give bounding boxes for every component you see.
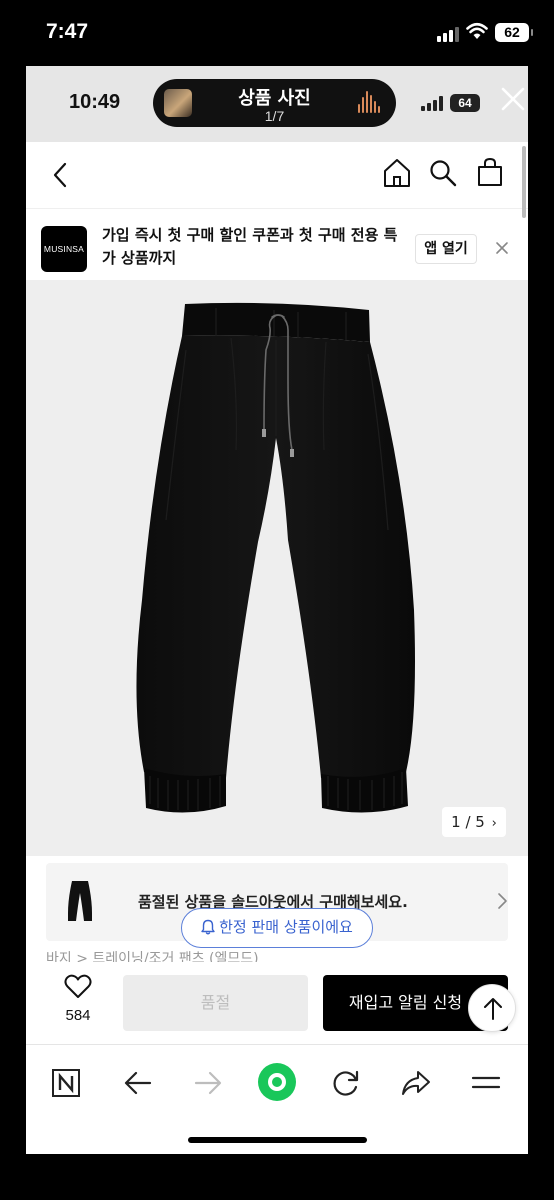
chevron-right-icon: [498, 893, 507, 909]
browser-menu-button[interactable]: [468, 1065, 504, 1101]
purchase-bar: 584 품절 재입고 알림 신청: [26, 962, 528, 1044]
refresh-icon: [333, 1070, 359, 1096]
site-header: [26, 142, 528, 208]
musinsa-logo: MUSINSA: [41, 226, 87, 272]
inner-status-bar: 10:49 상품 사진 1/7 64: [26, 66, 528, 142]
limited-sale-text: 한정 판매 상품이에요: [219, 918, 353, 936]
limited-sale-badge: 한정 판매 상품이에요: [181, 908, 373, 948]
cellular-signal-icon: [437, 26, 459, 42]
browser-forward-button[interactable]: [190, 1065, 226, 1101]
like-count: 584: [65, 1007, 91, 1024]
image-counter[interactable]: 1 / 5 ›: [442, 807, 506, 837]
home-icon[interactable]: [383, 158, 411, 188]
screen: 10:49 상품 사진 1/7 64 MUSINSA 가입 즉시 첫 구매 할인…: [26, 66, 528, 1154]
live-activity-pill[interactable]: 상품 사진 1/7: [153, 79, 396, 127]
product-image-carousel[interactable]: 1 / 5 ›: [26, 280, 528, 856]
close-icon[interactable]: [500, 86, 526, 112]
green-dot-icon: [258, 1063, 296, 1101]
product-image: [136, 302, 415, 813]
chevron-right-icon: ›: [491, 816, 497, 831]
app-promo-banner: MUSINSA 가입 즉시 첫 구매 할인 쿠폰과 첫 구매 전용 특가 상품까…: [26, 208, 528, 280]
browser-back-button[interactable]: [120, 1065, 156, 1101]
naver-n-icon: [52, 1069, 80, 1097]
outer-status-bar: 7:47 62: [0, 0, 554, 66]
close-icon[interactable]: [494, 240, 510, 256]
battery-icon: 62: [495, 23, 533, 42]
banner-message: 가입 즉시 첫 구매 할인 쿠폰과 첫 구매 전용 특가 상품까지: [102, 226, 398, 267]
inner-signal-icon: [421, 96, 443, 111]
product-thumbnail: [68, 881, 92, 921]
home-indicator[interactable]: [188, 1137, 367, 1143]
bottom-bezel: [0, 1154, 554, 1200]
forward-arrow-icon: [194, 1071, 222, 1095]
inner-battery-icon: 64: [450, 94, 480, 112]
back-arrow-icon: [124, 1071, 152, 1095]
wifi-icon: [466, 22, 488, 39]
scrollbar[interactable]: [522, 146, 526, 218]
inner-time: 10:49: [69, 91, 121, 113]
green-dot-button[interactable]: [256, 1061, 298, 1103]
soldout-button: 품절: [123, 975, 308, 1031]
menu-icon: [471, 1076, 501, 1089]
browser-refresh-button[interactable]: [328, 1065, 364, 1101]
outer-time: 7:47: [46, 20, 89, 43]
back-icon[interactable]: [52, 162, 68, 188]
cart-icon[interactable]: [477, 157, 503, 187]
browser-share-button[interactable]: [398, 1065, 434, 1101]
naver-home-button[interactable]: [48, 1065, 84, 1101]
search-icon[interactable]: [429, 159, 457, 187]
bell-icon: [201, 919, 215, 935]
like-button[interactable]: 584: [54, 974, 102, 1024]
breadcrumb[interactable]: 바지 > 트레이닝/조거 팬츠 (엘므드): [46, 948, 259, 962]
scroll-to-top-button[interactable]: [468, 984, 516, 1032]
audio-wave-icon: [358, 91, 384, 115]
image-counter-text: 1 / 5: [451, 813, 485, 831]
heart-icon: [64, 974, 92, 998]
open-app-button[interactable]: 앱 열기: [415, 234, 477, 264]
share-icon: [402, 1071, 430, 1095]
arrow-up-icon: [484, 998, 502, 1020]
